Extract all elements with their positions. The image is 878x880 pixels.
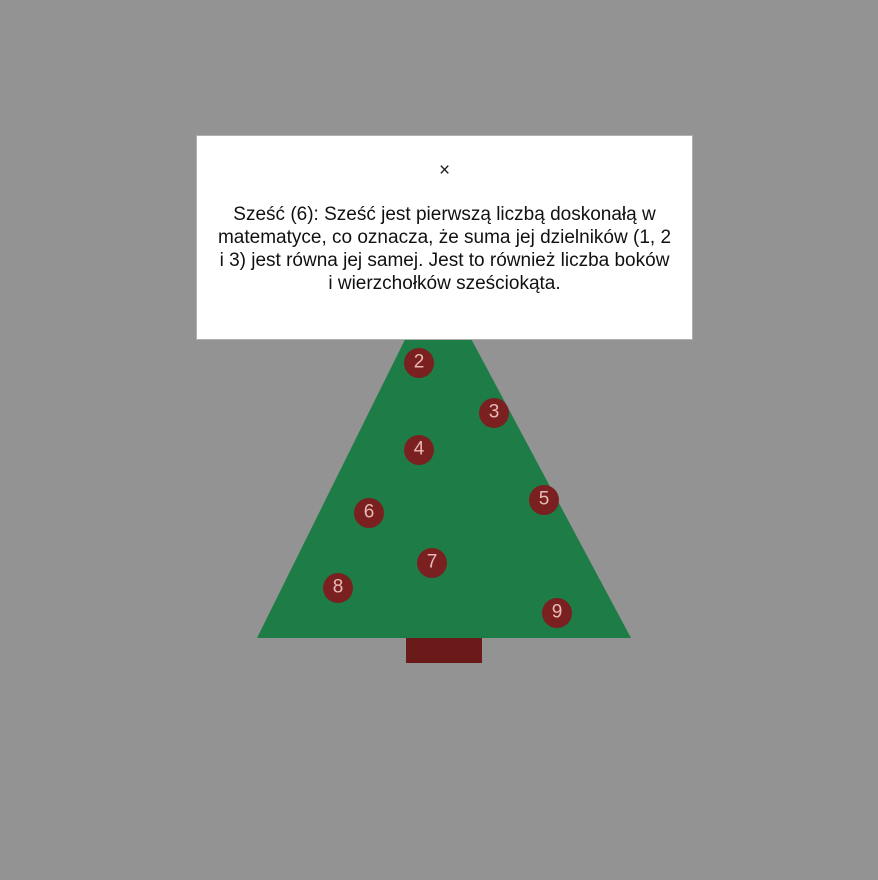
ornament-2[interactable]: 2 xyxy=(404,348,434,378)
ornament-9[interactable]: 9 xyxy=(542,598,572,628)
ornament-6[interactable]: 6 xyxy=(354,498,384,528)
modal-description: Sześć (6): Sześć jest pierwszą liczbą do… xyxy=(217,204,672,294)
info-modal: × Sześć (6): Sześć jest pierwszą liczbą … xyxy=(196,135,693,340)
ornament-8[interactable]: 8 xyxy=(323,573,353,603)
ornament-label: 7 xyxy=(427,552,438,573)
close-icon[interactable]: × xyxy=(197,160,692,182)
ornament-3[interactable]: 3 xyxy=(479,398,509,428)
ornament-label: 9 xyxy=(552,602,563,623)
ornament-label: 3 xyxy=(489,402,500,423)
ornament-label: 2 xyxy=(414,352,425,373)
tree-canvas: 2 3 4 5 6 7 8 9 xyxy=(257,275,631,663)
ornament-4[interactable]: 4 xyxy=(404,435,434,465)
ornament-label: 4 xyxy=(414,439,425,460)
ornament-label: 5 xyxy=(539,489,550,510)
ornament-7[interactable]: 7 xyxy=(417,548,447,578)
ornament-5[interactable]: 5 xyxy=(529,485,559,515)
ornament-label: 8 xyxy=(333,577,344,598)
ornament-label: 6 xyxy=(364,502,375,523)
christmas-tree-scene: 2 3 4 5 6 7 8 9 × Sześć (6): Sześć jest pierwsz… xyxy=(0,0,878,880)
tree-trunk xyxy=(406,638,482,663)
